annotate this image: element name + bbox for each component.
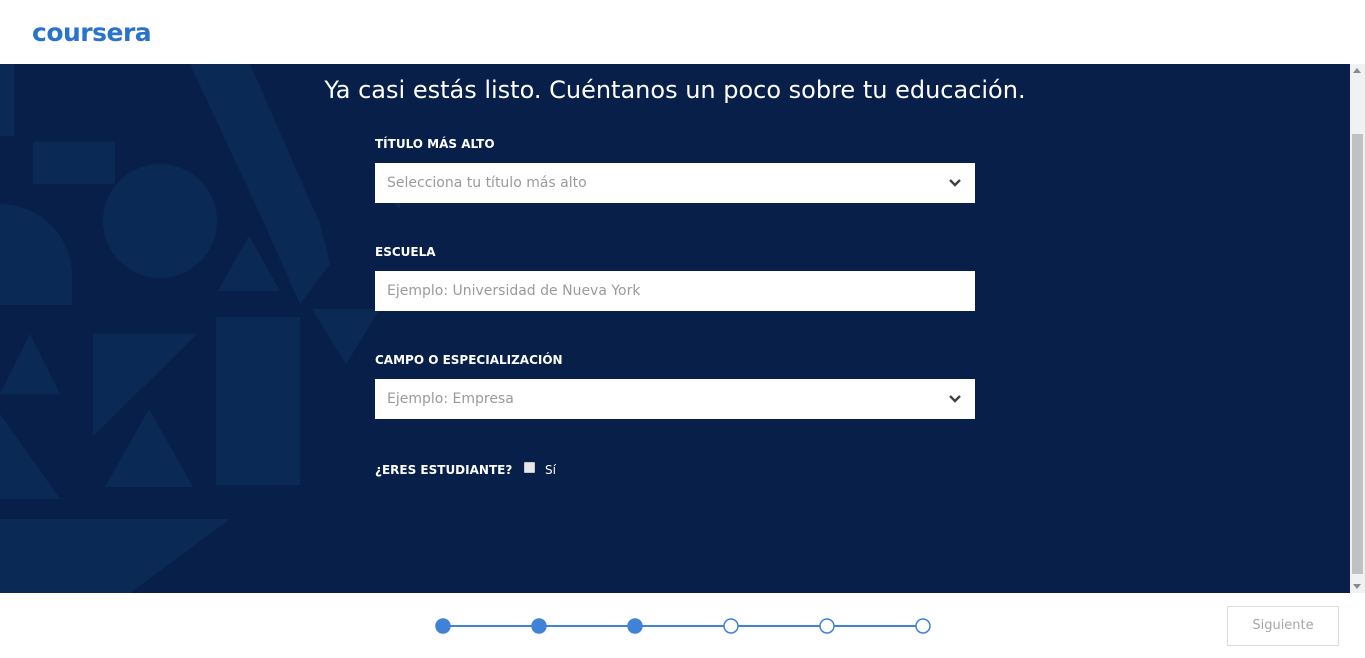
scroll-up-arrow-icon[interactable] (1353, 68, 1361, 73)
next-button[interactable]: Siguiente (1227, 606, 1339, 646)
major-placeholder: Ejemplo: Empresa (387, 391, 514, 407)
progress-step-pending (915, 618, 931, 634)
progress-steps (435, 618, 931, 634)
degree-label: TÍTULO MÁS ALTO (375, 137, 495, 151)
coursera-logo[interactable]: coursera (32, 18, 152, 47)
progress-step-complete (435, 618, 451, 634)
student-question: ¿ERES ESTUDIANTE? Sí (375, 462, 556, 477)
page-title: Ya casi estás listo. Cuéntanos un poco s… (324, 76, 1026, 104)
progress-step-complete (627, 618, 643, 634)
bottom-footer: Siguiente (0, 593, 1365, 658)
onboarding-panel: Ya casi estás listo. Cuéntanos un poco s… (0, 64, 1350, 593)
student-option-label[interactable]: Sí (545, 463, 556, 477)
background-pattern (0, 64, 400, 593)
progress-step-complete (531, 618, 547, 634)
scrollbar-thumb[interactable] (1352, 134, 1363, 574)
school-input[interactable]: Ejemplo: Universidad de Nueva York (375, 271, 975, 311)
degree-select[interactable]: Selecciona tu título más alto (375, 163, 975, 203)
chevron-down-icon (949, 179, 961, 187)
school-label: ESCUELA (375, 245, 436, 259)
major-select[interactable]: Ejemplo: Empresa (375, 379, 975, 419)
scroll-down-arrow-icon[interactable] (1353, 584, 1361, 589)
major-label: CAMPO O ESPECIALIZACIÓN (375, 353, 563, 367)
progress-step-pending (819, 618, 835, 634)
chevron-down-icon (949, 395, 961, 403)
school-placeholder: Ejemplo: Universidad de Nueva York (387, 283, 641, 299)
student-label: ¿ERES ESTUDIANTE? (375, 463, 513, 477)
student-checkbox[interactable] (524, 462, 536, 473)
top-header: coursera (0, 0, 1365, 64)
degree-placeholder: Selecciona tu título más alto (387, 175, 587, 191)
progress-step-pending (723, 618, 739, 634)
vertical-scrollbar[interactable] (1350, 64, 1365, 593)
